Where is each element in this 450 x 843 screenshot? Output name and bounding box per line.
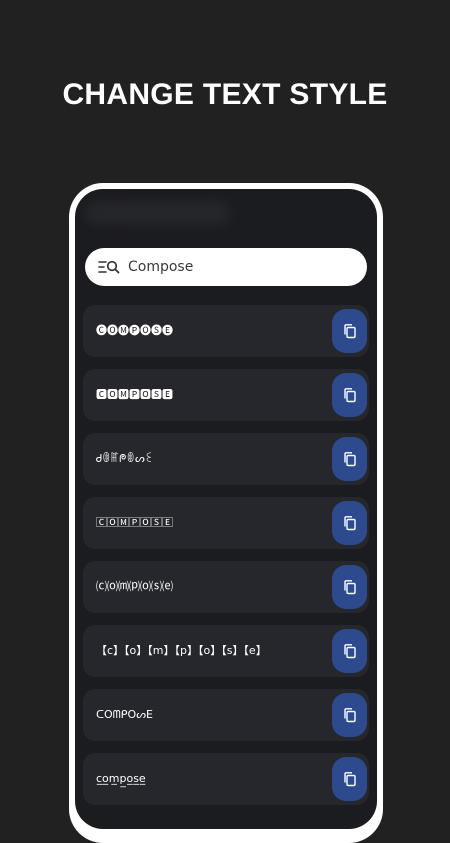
copy-button[interactable] <box>332 693 367 737</box>
style-text: ᑕOᗰᑭOᔕE <box>96 708 153 721</box>
copy-icon <box>343 516 356 531</box>
copy-icon <box>343 388 356 403</box>
style-row[interactable]: 【c】【o】【m】【p】【o】【s】【e】 <box>83 625 369 677</box>
style-row[interactable]: c̲o̲m̲p̲o̲s̲e̲ <box>83 753 369 805</box>
style-row[interactable]: Ꮷꂦꂵᖘꂦᔕꏂ <box>83 433 369 485</box>
search-list-icon <box>98 260 120 274</box>
style-row[interactable]: 🅲🅾🅼🅿🅾🆂🅴 <box>83 369 369 421</box>
style-row[interactable]: ᑕOᗰᑭOᔕE <box>83 689 369 741</box>
copy-icon <box>343 452 356 467</box>
style-row[interactable]: 🄲🄾🄼🄿🄾🅂🄴 <box>83 497 369 549</box>
style-text: c̲o̲m̲p̲o̲s̲e̲ <box>96 772 146 785</box>
status-bar-blur <box>85 201 230 225</box>
copy-icon <box>343 580 356 595</box>
style-row[interactable]: ⒞⒪⒨⒫⒪⒮⒠ <box>83 561 369 613</box>
copy-button[interactable] <box>332 629 367 673</box>
copy-button[interactable] <box>332 373 367 417</box>
style-text: 🄲🄾🄼🄿🄾🅂🄴 <box>96 516 173 529</box>
copy-button[interactable] <box>332 501 367 545</box>
phone-screen: 🅒🅞🅜🅟🅞🅢🅔 🅲🅾🅼🅿🅾🆂🅴 Ꮷꂦꂵᖘꂦᔕꏂ 🄲🄾🄼🄿🄾🅂🄴 <box>75 189 377 829</box>
copy-icon <box>343 772 356 787</box>
copy-button[interactable] <box>332 565 367 609</box>
copy-icon <box>343 324 356 339</box>
copy-icon <box>343 644 356 659</box>
copy-button[interactable] <box>332 309 367 353</box>
style-text: 【c】【o】【m】【p】【o】【s】【e】 <box>96 644 267 657</box>
style-row[interactable]: 🅒🅞🅜🅟🅞🅢🅔 <box>83 305 369 357</box>
search-bar[interactable] <box>85 248 367 286</box>
style-text: Ꮷꂦꂵᖘꂦᔕꏂ <box>96 452 154 465</box>
search-input[interactable] <box>128 259 348 275</box>
copy-icon <box>343 708 356 723</box>
style-text: 🅲🅾🅼🅿🅾🆂🅴 <box>96 388 173 401</box>
copy-button[interactable] <box>332 437 367 481</box>
page-headline: CHANGE TEXT STYLE <box>62 78 388 111</box>
style-text: 🅒🅞🅜🅟🅞🅢🅔 <box>96 324 173 337</box>
copy-button[interactable] <box>332 757 367 801</box>
style-text: ⒞⒪⒨⒫⒪⒮⒠ <box>96 580 173 593</box>
